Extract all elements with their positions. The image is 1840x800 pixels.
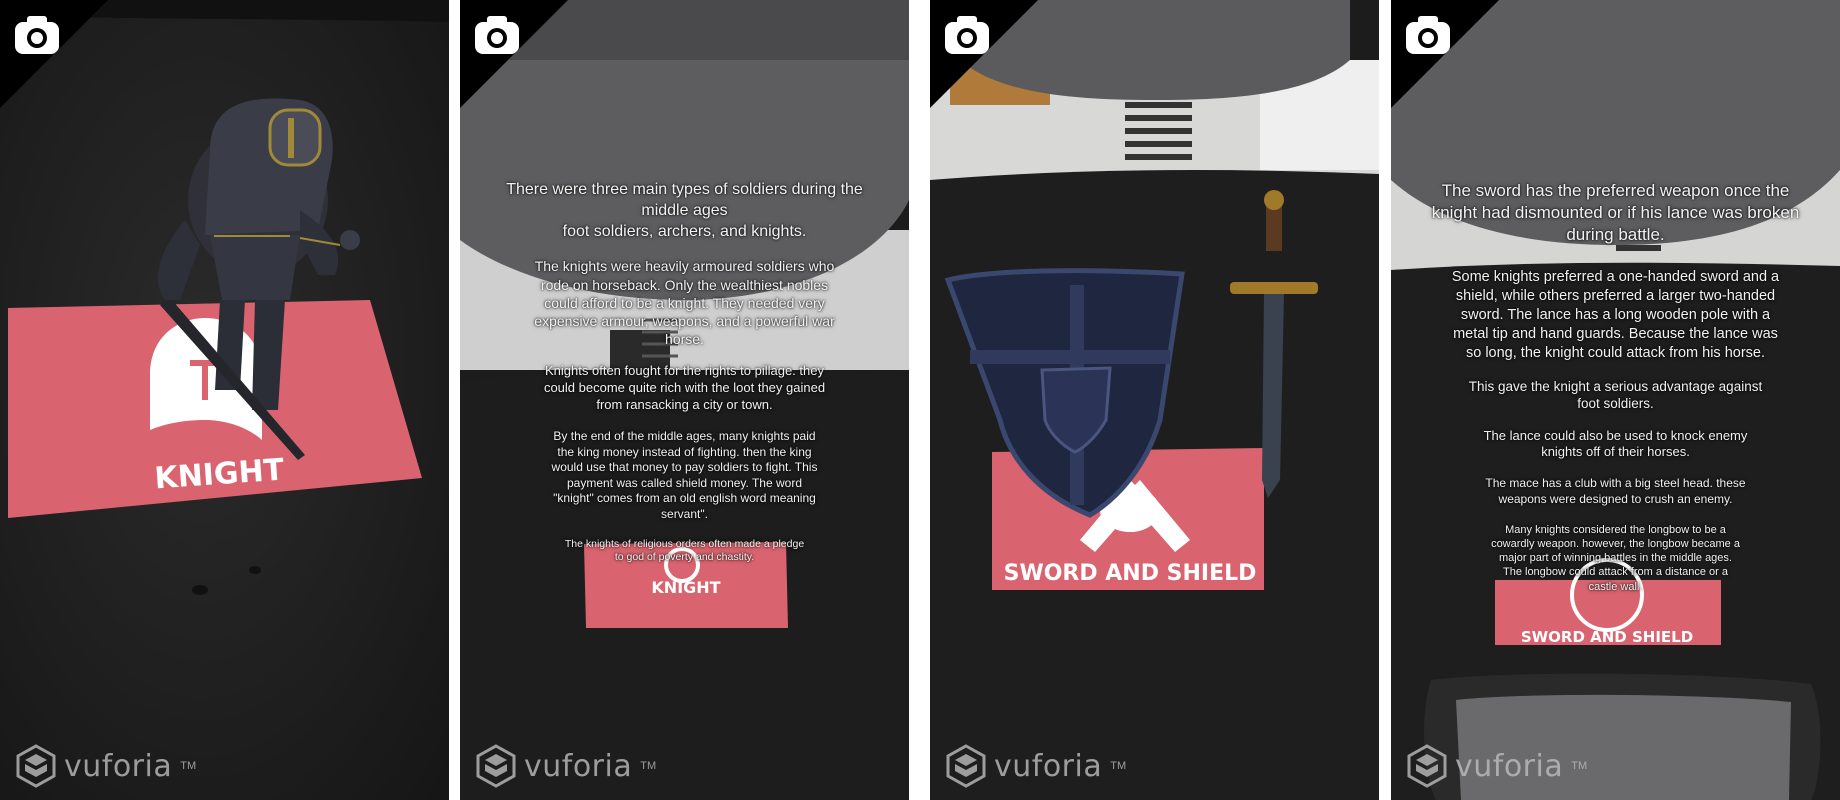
vuforia-watermark: vuforia TM — [16, 744, 196, 788]
ar-panel-3: SWORD AND SHIELD vuforia TM — [930, 0, 1379, 800]
camera-icon — [1406, 16, 1450, 54]
marker-label: SWORD AND SHIELD — [1521, 628, 1693, 646]
camera-feed: SWORD AND SHIELD — [930, 0, 1379, 800]
ar-panel-4: SWORD AND SHIELD The sword has the prefe… — [1391, 0, 1840, 800]
info-paragraph: This gave the knight a serious advantage… — [1468, 378, 1763, 412]
vuforia-logo-icon — [16, 744, 56, 788]
vuforia-text: vuforia — [64, 748, 173, 784]
info-text-overlay: There were three main types of soldiers … — [484, 180, 885, 580]
info-paragraph: The lance could also be used to knock en… — [1483, 427, 1748, 460]
ar-panel-1: KNIGHT vuforia TM — [0, 0, 449, 800]
camera-feed: KNIGHT — [0, 0, 449, 800]
info-paragraph: Knights often fought for the rights to p… — [543, 363, 826, 413]
vuforia-watermark: vuforia TM — [946, 744, 1126, 788]
vuforia-logo-icon — [946, 744, 986, 788]
vuforia-text: vuforia — [994, 748, 1103, 784]
vuforia-tm: TM — [180, 760, 197, 772]
camera-icon — [475, 16, 519, 54]
info-paragraph: The sword has the preferred weapon once … — [1431, 181, 1800, 245]
vuforia-text: vuforia — [1455, 748, 1564, 784]
ar-panel-2: KNIGHT There were three main types of so… — [460, 0, 909, 800]
marker-label: KNIGHT — [651, 578, 720, 597]
info-paragraph: By the end of the middle ages, many knig… — [551, 429, 818, 521]
info-paragraph: There were three main types of soldiers … — [506, 181, 863, 240]
info-text-overlay: The sword has the preferred weapon once … — [1405, 180, 1826, 609]
vuforia-watermark: vuforia TM — [1407, 744, 1587, 788]
vuforia-tm: TM — [1571, 760, 1588, 772]
vuforia-watermark: vuforia TM — [476, 744, 656, 788]
info-paragraph: The mace has a club with a big steel hea… — [1485, 476, 1746, 506]
vuforia-tm: TM — [1110, 760, 1127, 772]
info-paragraph: The knights were heavily armoured soldie… — [534, 258, 835, 348]
vuforia-text: vuforia — [524, 748, 633, 784]
info-paragraph: Some knights preferred a one-handed swor… — [1451, 269, 1780, 361]
camera-icon — [945, 16, 989, 54]
vuforia-logo-icon — [476, 744, 516, 788]
camera-icon — [15, 16, 59, 54]
marker-label: SWORD AND SHIELD — [1004, 561, 1257, 586]
vuforia-tm: TM — [640, 760, 657, 772]
info-paragraph: The knights of religious orders often ma… — [564, 537, 805, 564]
vuforia-logo-icon — [1407, 744, 1447, 788]
info-paragraph: Many knights considered the longbow to b… — [1491, 523, 1740, 593]
